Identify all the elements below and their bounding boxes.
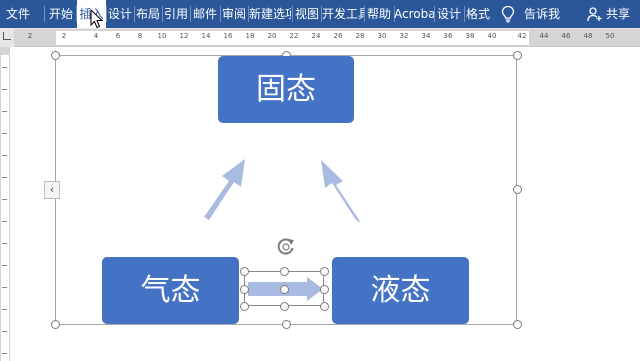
rotate-handle-icon[interactable] — [275, 236, 297, 258]
smartart-node-gas[interactable]: 气态 — [102, 257, 239, 324]
shape-handle-bottom-right[interactable] — [320, 302, 329, 311]
shape-handle-bottom-left[interactable] — [240, 302, 249, 311]
arrow-left-up[interactable] — [204, 159, 245, 220]
mouse-pointer-icon — [90, 9, 104, 29]
shape-handle-top-left[interactable] — [240, 267, 249, 276]
shape-handle-top-right[interactable] — [320, 267, 329, 276]
shape-handle-center[interactable] — [280, 285, 289, 294]
shape-handle-bottom[interactable] — [280, 302, 289, 311]
shape-handle-top[interactable] — [280, 267, 289, 276]
word-window: 文件 开始 插入 设计 布局 引用 邮件 审阅 新建选项 视图 开发工具 帮助 … — [0, 0, 640, 361]
shape-handle-right[interactable] — [320, 285, 329, 294]
smartart-node-solid[interactable]: 固态 — [218, 56, 354, 123]
shape-handle-left[interactable] — [240, 285, 249, 294]
arrow-right-up[interactable] — [321, 160, 361, 223]
smartart-node-liquid[interactable]: 液态 — [332, 257, 469, 324]
